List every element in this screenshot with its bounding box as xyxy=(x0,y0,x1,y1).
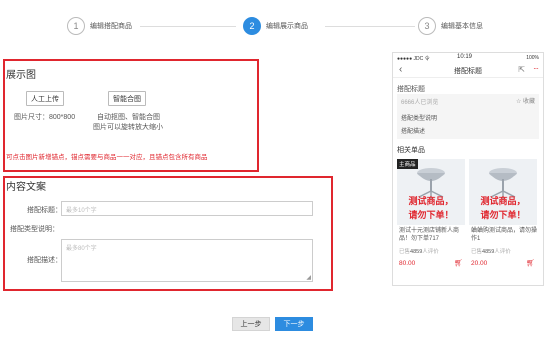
view-count: 6666人已浏览 xyxy=(401,100,439,106)
cart-icon[interactable]: 🛒︎ xyxy=(454,259,463,267)
phone-info-block: 6666人已浏览 ☆ 收藏 搭配类型说明 搭配描述 xyxy=(397,94,539,139)
content-copy-section: 内容文案 搭配标题： 最多10个字 搭配类型说明： 搭配描述： 最多80个字 ◢ xyxy=(3,176,333,291)
battery-text: 100% xyxy=(526,55,539,61)
phone-preview: ●●●●● JDC 令 10:19 100% ‹ 搭配标题 ⇱ ··· 搭配标题… xyxy=(392,52,544,286)
step-3[interactable]: 3 编辑基本信息 xyxy=(418,16,483,36)
share-icon[interactable]: ⇱ xyxy=(518,65,525,74)
more-icon[interactable]: ··· xyxy=(533,64,539,73)
step-2[interactable]: 2 编辑展示商品 xyxy=(243,16,308,36)
test-label-line1: 测试商品， xyxy=(408,197,454,207)
next-step-button[interactable]: 下一步 xyxy=(275,317,313,331)
section-title: 展示图 xyxy=(6,70,36,81)
desc-label: 搭配描述： xyxy=(27,257,62,264)
prev-step-button[interactable]: 上一步 xyxy=(232,317,270,331)
step-number: 2 xyxy=(243,17,261,35)
product-image: 测试商品， 请勿下单！ xyxy=(469,159,537,225)
status-bar: ●●●●● JDC 令 10:19 100% xyxy=(393,53,543,62)
cart-icon[interactable]: 🛒︎ xyxy=(526,259,535,267)
smart-desc-line2: 图片可以旋转放大缩小 xyxy=(93,124,163,131)
main-product-badge: 主商品 xyxy=(397,159,418,169)
title-label: 搭配标题： xyxy=(27,207,62,214)
step-1[interactable]: 1 编辑搭配商品 xyxy=(67,16,132,36)
type-label: 搭配类型说明： xyxy=(10,226,59,233)
product-price: 20.00 xyxy=(471,260,488,267)
image-size-text: 图片尺寸：800*800 xyxy=(14,114,76,121)
step-number: 1 xyxy=(67,17,85,35)
test-label-line2: 请勿下单！ xyxy=(408,211,454,221)
desc-textarea[interactable]: 最多80个字 ◢ xyxy=(61,239,313,282)
test-label-line2: 请勿下单！ xyxy=(480,211,526,221)
title-input[interactable]: 最多10个字 xyxy=(61,201,313,216)
display-image-section: 展示图 人工上传 智能合图 图片尺寸：800*800 自动抠图、智能合图 图片可… xyxy=(3,59,259,172)
product-card[interactable]: 测试商品， 请勿下单！ 蛐蛐购测试商品，请勿操作1 已售4859人评价 20.0… xyxy=(469,159,537,267)
step-label: 编辑基本信息 xyxy=(441,23,483,30)
product-sold: 已售4859人评价 xyxy=(471,249,511,255)
step-number: 3 xyxy=(418,17,436,35)
title-placeholder: 最多10个字 xyxy=(66,208,97,214)
phone-nav-bar: ‹ 搭配标题 ⇱ ··· xyxy=(393,62,543,78)
test-label-line1: 测试商品， xyxy=(480,197,526,207)
manual-upload-button[interactable]: 人工上传 xyxy=(26,91,64,106)
product-price: 80.00 xyxy=(399,260,416,267)
product-name: 蛐蛐购测试商品，请勿操作1 xyxy=(471,228,538,242)
smart-desc-line1: 自动抠图、智能合图 xyxy=(97,114,160,121)
product-sold: 已售4859人评价 xyxy=(399,249,439,255)
page: 1 编辑搭配商品 2 编辑展示商品 3 编辑基本信息 展示图 人工上传 智能合图… xyxy=(0,0,554,338)
step-label: 编辑搭配商品 xyxy=(90,23,132,30)
product-image: 主商品 测试商品， 请勿下单！ xyxy=(397,159,465,225)
step-connector xyxy=(140,26,236,27)
product-card[interactable]: 主商品 测试商品， 请勿下单！ 测试十元测店铺新人商品！勿下单717 已售485… xyxy=(397,159,465,267)
carrier-text: ●●●●● JDC 令 xyxy=(397,56,430,62)
phone-desc-text: 搭配描述 xyxy=(401,129,426,135)
step-connector xyxy=(325,26,415,27)
phone-type-text: 搭配类型说明 xyxy=(401,116,438,122)
anchor-note: 可点击图片新增锚点，锚点需要与商品一一对应，且锚点包含所有商品 xyxy=(6,154,208,161)
status-time: 10:19 xyxy=(457,54,473,60)
step-indicator: 1 编辑搭配商品 2 编辑展示商品 3 编辑基本信息 xyxy=(0,16,554,38)
phone-outfit-title: 搭配标题 xyxy=(397,86,425,93)
smart-compose-button[interactable]: 智能合图 xyxy=(108,91,146,106)
step-label: 编辑展示商品 xyxy=(266,23,308,30)
related-items-title: 相关单品 xyxy=(397,147,425,154)
product-name: 测试十元测店铺新人商品！勿下单717 xyxy=(399,228,460,242)
resize-handle-icon[interactable]: ◢ xyxy=(306,274,311,281)
favorite-button[interactable]: ☆ 收藏 xyxy=(516,96,535,105)
desc-placeholder: 最多80个字 xyxy=(66,246,97,252)
section-title: 内容文案 xyxy=(6,182,46,193)
